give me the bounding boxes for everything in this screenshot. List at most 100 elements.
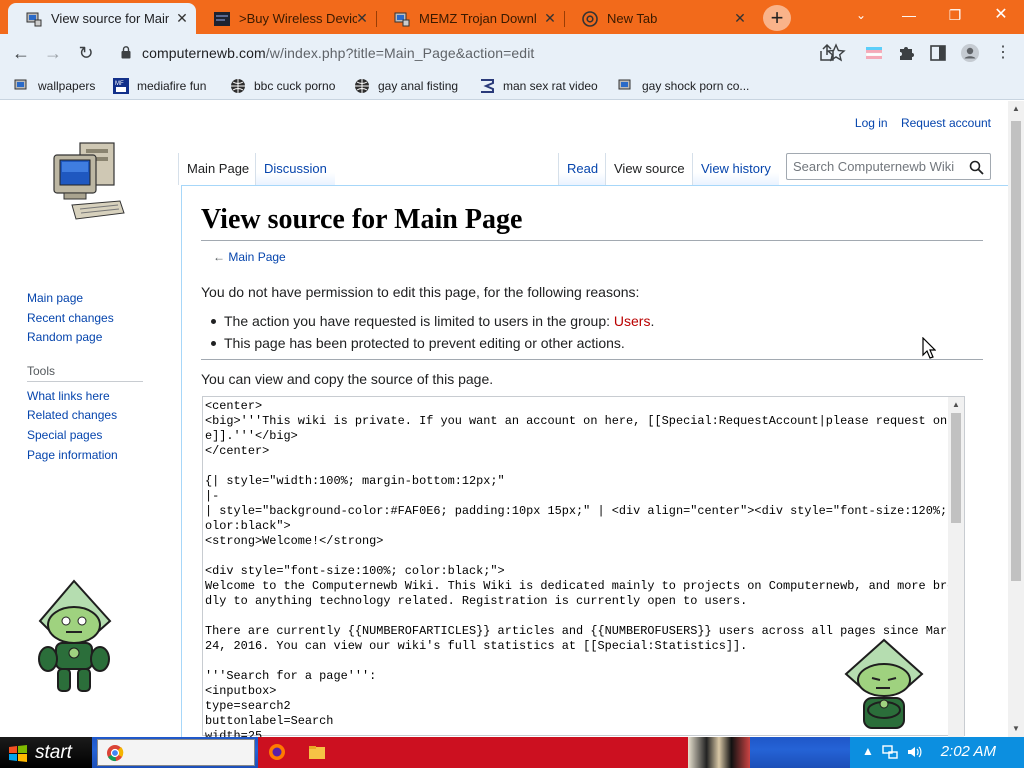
tab-title: View source for Main Page [51,11,169,26]
windows-logo-icon [9,744,27,762]
sidebar-item-main-page[interactable]: Main page [27,289,143,309]
tab-main-page[interactable]: Main Page [178,153,258,185]
folder-icon[interactable] [308,743,326,761]
back-button[interactable]: ← [9,41,33,65]
users-group-link[interactable]: Users [614,313,651,329]
close-icon[interactable]: ✕ [732,10,748,26]
page-scrollbar[interactable]: ▲ ▼ [1008,101,1024,737]
peridot-sticker-image [844,638,924,729]
toolbar: ← → ↻ computernewb.com/w/index.php?title… [0,34,1024,72]
lock-icon [121,46,131,59]
globe-icon [231,79,245,93]
tab-view-source[interactable]: View source for Main Page ✕ [8,3,196,34]
puzzle-icon[interactable] [896,43,916,63]
new-tab-button[interactable]: + [763,5,791,31]
sidebar-item-special-pages[interactable]: Special pages [27,426,143,446]
computer-logo-icon[interactable] [50,141,126,227]
close-window-button[interactable]: ✕ [978,0,1024,30]
source-scrollbar[interactable]: ▲ [948,397,964,737]
backlink: ← Main Page [213,250,286,264]
tab-title: >Buy Wireless Devices [239,11,357,26]
list-item: This page has been protected to prevent … [211,332,654,354]
bookmarks-bar: wallpapers MF mediafire fun bbc cuck por… [0,72,1024,100]
mouse-cursor-icon [922,337,936,359]
bookmark-label: gay anal fisting [378,79,459,93]
bookmark-bbc[interactable]: bbc cuck porno [230,77,335,95]
bookmark-rat-video[interactable]: man sex rat video [479,77,598,95]
scroll-down-arrow[interactable]: ▼ [1008,721,1024,737]
firefox-icon[interactable] [268,743,286,761]
reason-period: . [650,313,655,329]
sidebar-item-random-page[interactable]: Random page [27,328,143,348]
chevron-down-icon[interactable]: ⌄ [838,0,884,30]
search-icon[interactable] [969,160,984,175]
taskbar: start ▲ 2:02 AM [0,737,1024,768]
address-bar[interactable]: computernewb.com/w/index.php?title=Main_… [113,37,853,69]
monitor-icon [26,12,42,26]
mediafire-icon: MF [113,78,129,94]
personal-tools: Log in Request account [845,116,991,130]
scroll-thumb[interactable] [951,413,961,523]
system-tray: ▲ 2:02 AM [850,737,1024,768]
tab-view-source[interactable]: View source [605,153,693,185]
taskbar-chrome-button[interactable] [97,739,255,766]
scroll-up-arrow[interactable]: ▲ [1008,101,1024,117]
bookmark-mediafire[interactable]: MF mediafire fun [113,77,206,95]
sidebar-item-page-information[interactable]: Page information [27,446,143,466]
bookmark-wallpapers[interactable]: wallpapers [14,77,95,95]
monitor-icon [14,79,27,90]
sidebar-heading-tools: Tools [27,364,143,382]
sidebar-item-related-changes[interactable]: Related changes [27,406,143,426]
search-box [786,153,991,180]
monitor-icon [394,12,410,26]
search-input[interactable] [787,154,957,179]
minimize-button[interactable]: — [886,0,932,30]
sidebar: Main page Recent changes Random page Too… [27,289,143,465]
tab-title: New Tab [607,11,658,26]
chrome-icon [582,10,598,27]
network-icon[interactable] [882,744,898,760]
volume-icon[interactable] [906,744,922,760]
reload-button[interactable]: ↻ [74,41,98,65]
close-icon[interactable]: ✕ [354,10,370,26]
tab-discussion[interactable]: Discussion [255,153,335,185]
sigma-icon [481,79,494,93]
tab-view-history[interactable]: View history [692,153,779,185]
reasons-list: The action you have requested is limited… [211,310,654,354]
bookmark-label: man sex rat video [503,79,598,93]
scroll-thumb[interactable] [1011,121,1021,581]
profile-icon[interactable] [960,43,980,63]
blackbox-icon [214,11,230,26]
clock: 2:02 AM [940,743,996,760]
divider [201,359,983,360]
reason-text: The action you have requested is limited… [224,313,614,329]
extension-flag-icon[interactable] [864,43,884,63]
restore-button[interactable]: ❐ [932,0,978,30]
sidebar-item-what-links-here[interactable]: What links here [27,387,143,407]
menu-button[interactable]: ⋮ [991,41,1015,65]
chevron-up-icon[interactable]: ▲ [862,744,874,758]
tab-read[interactable]: Read [558,153,607,185]
bookmark-fisting[interactable]: gay anal fisting [354,77,458,95]
taskbar-image [688,737,750,768]
backlink-main-page[interactable]: Main Page [228,250,285,264]
svg-text:MF: MF [115,81,124,87]
forward-button[interactable]: → [41,41,65,65]
side-panel-icon[interactable] [928,43,948,63]
tab-memz[interactable]: MEMZ Trojan Download ✕ [376,3,564,34]
login-link[interactable]: Log in [855,116,888,130]
start-button[interactable]: start [0,737,92,768]
close-icon[interactable]: ✕ [174,10,190,26]
tab-new-tab[interactable]: New Tab ✕ [564,3,754,34]
close-icon[interactable]: ✕ [542,10,558,26]
star-icon[interactable] [826,43,846,63]
scroll-up-arrow[interactable]: ▲ [948,397,964,413]
bookmark-shock[interactable]: gay shock porn co... [618,77,749,95]
tab-buy-wireless[interactable]: >Buy Wireless Devices ✕ [196,3,376,34]
peridot-sticker-image [38,579,112,692]
page-viewport: Log in Request account Main page Recent … [0,101,1008,737]
bookmark-label: bbc cuck porno [254,79,336,93]
sidebar-item-recent-changes[interactable]: Recent changes [27,309,143,329]
request-account-link[interactable]: Request account [901,116,991,130]
bookmark-label: gay shock porn co... [642,79,750,93]
